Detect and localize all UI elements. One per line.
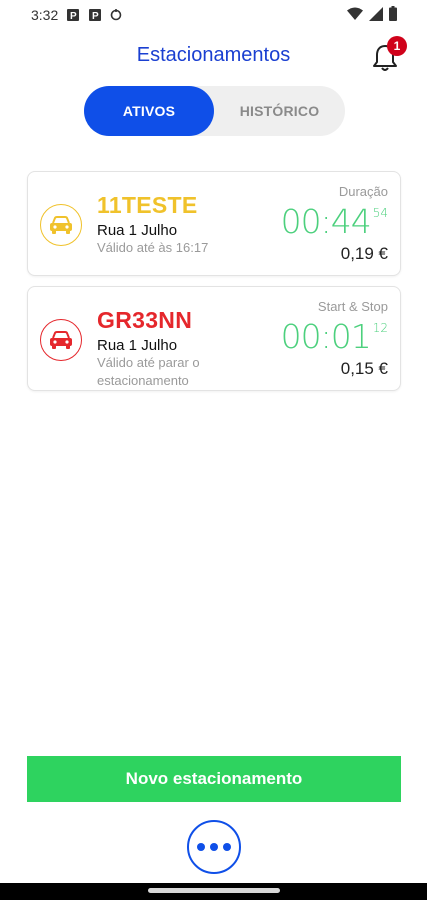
status-time: 3:32 <box>31 7 59 23</box>
license-plate: 11TESTE <box>97 192 198 218</box>
tab-switcher: ATIVOS HISTÓRICO <box>84 86 345 136</box>
battery-icon <box>389 6 397 24</box>
validity-text: Válido até parar o estacionamento <box>97 355 200 388</box>
parking-price: 0,19 € <box>340 244 388 263</box>
sync-icon <box>110 8 122 22</box>
svg-text:P: P <box>92 11 99 22</box>
timer-label: Duração <box>338 184 388 199</box>
more-horizontal-icon <box>197 843 231 851</box>
system-navigation-bar <box>0 883 427 900</box>
license-plate: GR33NN <box>97 307 193 333</box>
notifications-button[interactable]: 1 <box>367 36 407 76</box>
street-name: Rua 1 Julho <box>97 337 178 354</box>
timer-main: 00:01 <box>280 317 372 356</box>
street-name: Rua 1 Julho <box>97 222 178 239</box>
status-bar: 3:32 P P <box>0 0 427 30</box>
parking-card[interactable]: GR33NN Rua 1 Julho Válido até parar o es… <box>27 286 401 391</box>
car-icon <box>40 204 82 246</box>
timer-seconds: 54 <box>372 206 388 220</box>
home-gesture-handle[interactable] <box>148 888 280 893</box>
car-icon <box>40 319 82 361</box>
page-title: Estacionamentos <box>136 44 291 66</box>
header: Estacionamentos 1 <box>0 36 427 76</box>
wifi-icon <box>347 7 363 23</box>
tab-ativos[interactable]: ATIVOS <box>84 86 214 136</box>
elapsed-timer: 00:44 54 <box>281 202 388 241</box>
status-right <box>347 6 397 24</box>
status-left: 3:32 P P <box>31 7 122 23</box>
timer-seconds: 12 <box>372 321 388 335</box>
signal-icon <box>369 6 383 24</box>
elapsed-timer: 00:01 12 <box>281 317 388 356</box>
svg-text:P: P <box>70 11 77 22</box>
validity-text: Válido até às 16:17 <box>97 240 209 255</box>
timer-label: Start & Stop <box>317 299 388 314</box>
more-options-button[interactable] <box>187 820 241 874</box>
notification-badge: 1 <box>387 36 407 56</box>
parking-notification-icon: P <box>66 8 80 22</box>
tab-historico[interactable]: HISTÓRICO <box>214 86 345 136</box>
parking-price: 0,15 € <box>340 359 388 378</box>
timer-main: 00:44 <box>280 202 372 241</box>
parking-notification-icon: P <box>88 8 102 22</box>
parking-card[interactable]: 11TESTE Rua 1 Julho Válido até às 16:17 … <box>27 171 401 276</box>
new-parking-button[interactable]: Novo estacionamento <box>27 756 401 802</box>
